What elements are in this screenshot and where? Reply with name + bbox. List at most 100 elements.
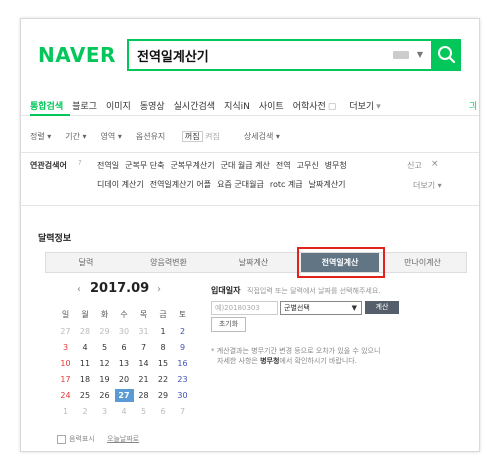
search-button[interactable] [431, 39, 461, 71]
branch-select[interactable]: 군별선택 ▼ [280, 301, 362, 315]
calendar-day[interactable]: 20 [115, 373, 134, 386]
calendar-day[interactable]: 16 [173, 357, 192, 370]
related-item[interactable]: 군복무계산기 [170, 161, 214, 170]
enlist-date-input[interactable]: 예)20180303 [211, 301, 278, 315]
close-icon[interactable]: × [431, 159, 439, 169]
reset-button[interactable]: 초기화 [211, 317, 246, 332]
related-more-button[interactable]: 더보기 ▾ [413, 180, 442, 191]
calendar-day[interactable]: 4 [115, 405, 134, 418]
related-item[interactable]: 군대 월급 계산 [221, 161, 270, 170]
keyboard-icon[interactable] [393, 51, 409, 59]
tab-dictionary[interactable]: 어학사전 ▢ [293, 102, 337, 112]
calendar-day[interactable]: 19 [95, 373, 114, 386]
next-month-icon[interactable]: › [157, 284, 161, 295]
tab-overflow[interactable]: 긔 [469, 99, 477, 112]
calendar-day[interactable]: 22 [154, 373, 173, 386]
calendar-day[interactable]: 5 [95, 341, 114, 354]
calendar-day[interactable]: 29 [95, 325, 114, 338]
related-item[interactable]: 디데이 계산기 [97, 180, 144, 189]
related-item[interactable]: 병무청 [325, 161, 347, 170]
calendar-day[interactable]: 2 [76, 405, 95, 418]
tab-date-calc[interactable]: 날짜계산 [211, 253, 296, 272]
naver-logo[interactable]: NAVER [38, 43, 116, 67]
today-link[interactable]: 오늘날짜로 [107, 434, 139, 444]
related-item[interactable]: 전역일 [97, 161, 119, 170]
calendar-day[interactable]: 10 [56, 357, 75, 370]
related-item[interactable]: 요즘 군대월급 [217, 180, 264, 189]
calendar-day[interactable]: 28 [76, 325, 95, 338]
calendar-day[interactable]: 3 [95, 405, 114, 418]
tab-video[interactable]: 동영상 [140, 102, 165, 112]
calendar-day[interactable]: 6 [115, 341, 134, 354]
calendar-day[interactable]: 7 [173, 405, 192, 418]
calendar-day[interactable]: 13 [115, 357, 134, 370]
mma-link[interactable]: 병무청 [260, 357, 279, 365]
tab-all[interactable]: 통합검색 [30, 102, 63, 112]
calc-button[interactable]: 계산 [365, 301, 399, 314]
calendar-day[interactable]: 14 [134, 357, 153, 370]
calendar-day[interactable]: 27 [56, 325, 75, 338]
calendar-day[interactable]: 5 [134, 405, 153, 418]
toggle-on[interactable]: 켜짐 [205, 132, 220, 141]
tab-age-calc[interactable]: 만나이계산 [379, 253, 466, 272]
period-option[interactable]: 기간 ▾ [65, 132, 86, 141]
calendar-day[interactable]: 17 [56, 373, 75, 386]
toggle-off[interactable]: 꺼짐 [181, 131, 203, 142]
calendar-day[interactable]: 25 [76, 389, 95, 402]
lunar-toggle-label: 음력표시 [69, 435, 95, 443]
calendar-day[interactable]: 21 [134, 373, 153, 386]
help-icon[interactable]: ? [78, 159, 82, 167]
calendar-day[interactable]: 18 [76, 373, 95, 386]
tab-blog[interactable]: 블로그 [72, 102, 97, 112]
search-options: 정렬 ▾ 기간 ▾ 영역 ▾ 옵션유지 꺼짐 켜짐 상세검색 ▾ [30, 131, 294, 142]
calendar-day[interactable]: 1 [154, 325, 173, 338]
calendar-day[interactable]: 7 [134, 341, 153, 354]
calendar-day[interactable]: 27 [114, 389, 134, 402]
search-input[interactable] [129, 41, 395, 69]
related-item[interactable]: rotc 계급 [270, 180, 303, 189]
calendar-day[interactable]: 11 [76, 357, 95, 370]
tab-realtime[interactable]: 실시간검색 [174, 102, 215, 112]
related-item[interactable]: 군복무 단축 [125, 161, 164, 170]
tab-more[interactable]: 더보기 ▾ [349, 102, 389, 112]
calendar-day[interactable]: 6 [154, 405, 173, 418]
calendar-day[interactable]: 31 [134, 325, 153, 338]
calendar-day[interactable]: 28 [134, 389, 153, 402]
keep-option[interactable]: 옵션유지 꺼짐 켜짐 [135, 131, 220, 142]
report-link[interactable]: 신고 [407, 160, 422, 171]
calendar-day[interactable]: 9 [173, 341, 192, 354]
calendar-day[interactable]: 12 [95, 357, 114, 370]
weekday-label: 토 [178, 310, 187, 319]
calendar-day[interactable]: 3 [56, 341, 75, 354]
calendar-day[interactable]: 8 [154, 341, 173, 354]
tab-kin[interactable]: 지식iN [224, 102, 250, 112]
calendar-day[interactable]: 26 [95, 389, 114, 402]
chevron-down-icon[interactable]: ▼ [417, 50, 423, 59]
related-item[interactable]: 전역일계산기 어플 [150, 180, 211, 189]
calendar-day[interactable]: 1 [56, 405, 75, 418]
sort-option[interactable]: 정렬 ▾ [30, 132, 51, 141]
calendar-day[interactable]: 4 [76, 341, 95, 354]
related-item[interactable]: 날짜계산기 [309, 180, 346, 189]
tab-lunar-convert[interactable]: 양음력변환 [126, 253, 211, 272]
search-icon [438, 46, 456, 64]
detail-search-option[interactable]: 상세검색 ▾ [244, 132, 280, 141]
calendar-day[interactable]: 30 [115, 325, 134, 338]
calendar-day[interactable]: 2 [173, 325, 192, 338]
calendar-day[interactable]: 24 [56, 389, 75, 402]
enlist-date-hint: 직접입력 또는 달력에서 날짜를 선택해주세요. [247, 287, 381, 295]
prev-month-icon[interactable]: ‹ [77, 284, 81, 295]
lunar-toggle[interactable]: 음력표시 [57, 434, 95, 444]
tab-calendar[interactable]: 달력 [46, 253, 126, 272]
calendar-day[interactable]: 30 [173, 389, 192, 402]
tab-site[interactable]: 사이트 [259, 102, 284, 112]
calendar-day[interactable]: 29 [154, 389, 173, 402]
keep-option-label: 옵션유지 [135, 132, 166, 141]
calendar-day[interactable]: 23 [173, 373, 192, 386]
related-item[interactable]: 전역 [276, 161, 291, 170]
calendar-day[interactable]: 15 [154, 357, 173, 370]
related-item[interactable]: 고무신 [297, 161, 319, 170]
area-option[interactable]: 영역 ▾ [101, 132, 122, 141]
tab-image[interactable]: 이미지 [106, 102, 131, 112]
search-result-panel: NAVER ▼ 통합검색 블로그 이미지 동영상 실시간검색 지식iN 사이트 어학사전▢ 더보… [20, 18, 480, 452]
